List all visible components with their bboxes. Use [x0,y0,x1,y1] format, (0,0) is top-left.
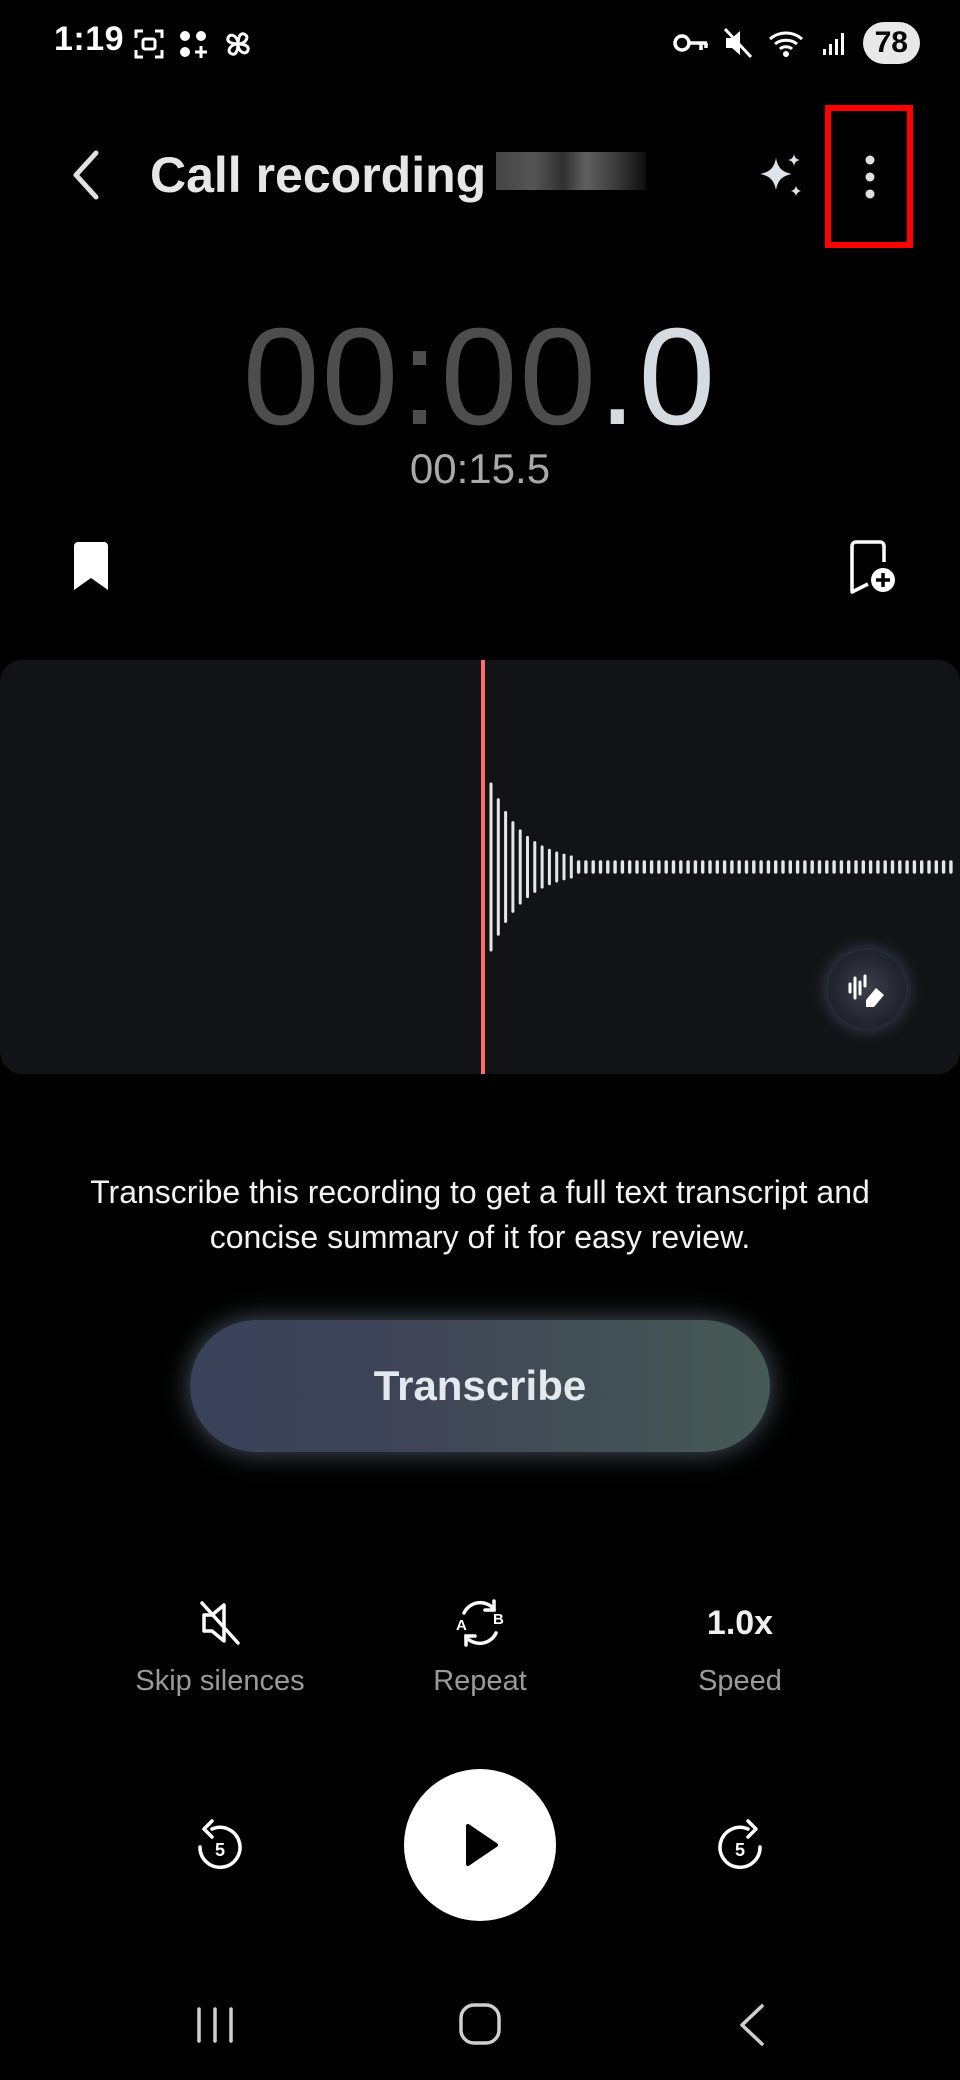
rewind-seconds: 5 [215,1840,225,1860]
transcribe-button[interactable]: Transcribe [190,1320,770,1452]
total-duration: 00:15.5 [409,445,551,492]
forward-5-button[interactable]: 5 [710,1815,770,1879]
mute-icon [723,27,752,59]
add-bookmark-button[interactable] [848,540,898,596]
transcribe-description: Transcribe this recording to get a full … [90,1174,870,1255]
signal-icon [822,33,844,55]
voice-eraser-icon [848,974,884,1007]
speed-label: Speed [698,1665,782,1697]
waveform-panel[interactable] [0,660,960,1074]
current-time: 00:00.0 [0,298,960,457]
bookmark-icon [74,542,108,590]
repeat-button[interactable]: A B Repeat [350,1595,610,1698]
page-title: Call recording [150,147,487,203]
noise-eraser-button[interactable] [828,950,906,1028]
repeat-ab-icon: A B [456,1599,504,1647]
speed-button[interactable]: 1.0x Speed [610,1595,870,1698]
status-time: 1:19 [54,20,125,58]
skip-silences-label: Skip silences [135,1665,305,1697]
status-left-icons [132,24,256,64]
forward-5-icon: 5 [718,1819,762,1870]
skip-silences-icon [200,1601,240,1645]
vpn-key-icon [672,34,708,52]
playhead[interactable] [481,660,485,1074]
redacted-contact-name [496,152,646,190]
current-time-fraction: .0 [598,300,718,454]
sparkle-icon [760,154,801,196]
repeat-b-letter: B [493,1611,504,1628]
rewind-5-icon: 5 [198,1819,242,1870]
battery-level: 78 [862,22,920,64]
bookmarks-button[interactable] [70,540,112,594]
repeat-a-letter: A [456,1617,467,1634]
status-bar: 1:19 78 [0,0,960,90]
screenshot-icon [134,29,164,59]
forward-seconds: 5 [735,1840,745,1860]
wifi-icon [768,31,803,57]
speed-value: 1.0x [706,1603,774,1642]
back-button[interactable] [62,145,112,205]
recent-apps-icon [197,2007,233,2043]
status-right-icons: 78 [672,22,920,64]
bookmark-add-icon [850,540,895,594]
repeat-label: Repeat [433,1665,527,1697]
ai-features-button[interactable] [752,148,808,204]
chevron-left-icon [73,150,99,200]
highlight-box [825,105,913,248]
rewind-5-button[interactable]: 5 [190,1815,250,1879]
nav-back-icon [740,2004,764,2046]
recent-apps-button[interactable] [194,2005,236,2045]
home-button[interactable] [458,2002,502,2046]
pinwheel-icon [226,32,250,56]
play-button[interactable] [404,1769,556,1921]
transcribe-button-label: Transcribe [373,1362,587,1409]
current-time-main: 00:00 [242,300,599,454]
nav-back-button[interactable] [734,2002,770,2048]
play-icon [466,1824,498,1866]
apps-icon [180,31,207,58]
waveform [489,782,953,952]
skip-silences-button[interactable]: Skip silences [90,1595,350,1698]
home-icon [459,2003,501,2045]
